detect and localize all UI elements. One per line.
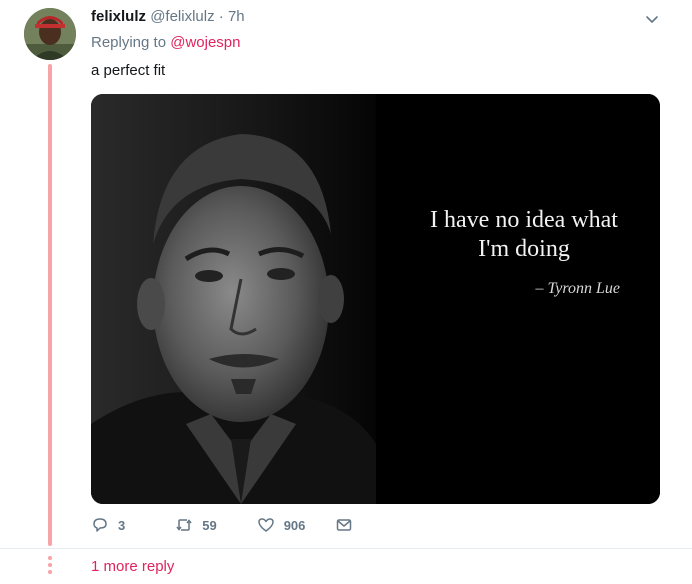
thread-line — [48, 64, 52, 546]
tweet-image[interactable]: I have no idea what I'm doing – Tyronn L… — [91, 94, 660, 504]
heart-icon — [257, 518, 274, 532]
like-button[interactable]: 906 — [257, 516, 306, 534]
tweet-time[interactable]: 7h — [228, 8, 245, 25]
replying-to-link[interactable]: @wojespn — [170, 34, 240, 51]
replying-to: Replying to @wojespn — [91, 34, 240, 51]
envelope-icon — [337, 519, 352, 531]
tweet-header: felixlulz @felixlulz · 7h — [91, 8, 652, 25]
quote-line-1: I have no idea what — [430, 207, 618, 233]
user-handle[interactable]: @felixlulz — [150, 8, 214, 25]
reply-count: 3 — [118, 517, 126, 533]
tweet-text: a perfect fit — [91, 62, 166, 79]
retweet-icon — [176, 519, 192, 531]
chevron-down-icon[interactable] — [644, 12, 660, 28]
image-quote: I have no idea what I'm doing — [414, 206, 634, 264]
divider — [0, 548, 692, 549]
quote-attribution: – Tyronn Lue — [535, 280, 620, 297]
portrait-image — [91, 94, 660, 504]
retweet-button[interactable]: 59 — [175, 516, 217, 534]
user-name[interactable]: felixlulz — [91, 8, 146, 25]
message-button[interactable] — [335, 516, 353, 534]
avatar[interactable] — [24, 8, 76, 60]
like-count: 906 — [283, 517, 306, 533]
replying-prefix: Replying to — [91, 34, 167, 51]
header-separator: · — [218, 8, 224, 25]
thread-more-dots — [48, 556, 52, 577]
reply-icon — [93, 518, 107, 532]
retweet-count: 59 — [202, 517, 217, 533]
more-replies-link[interactable]: 1 more reply — [91, 558, 174, 575]
quote-line-2: I'm doing — [478, 236, 570, 262]
reply-button[interactable]: 3 — [91, 516, 125, 534]
tweet-actions: 3 59 906 — [91, 514, 353, 536]
